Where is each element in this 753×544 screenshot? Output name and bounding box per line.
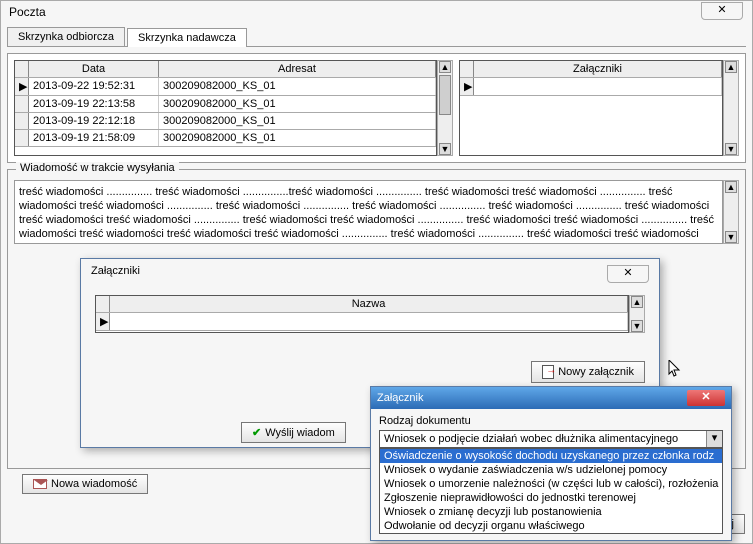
table-row[interactable]: 2013-09-19 21:58:09 300209082000_KS_01: [15, 130, 436, 147]
list-item[interactable]: Wniosek o wydanie zaświadczenia w/s udzi…: [380, 463, 722, 477]
mailbox-tabs: Skrzynka odbiorcza Skrzynka nadawcza: [7, 27, 746, 47]
attach-grid-scrollbar[interactable]: ▲▼: [629, 295, 645, 333]
message-body[interactable]: treść wiadomości ............... treść w…: [14, 180, 723, 244]
attachment-type-close[interactable]: ✕: [687, 390, 725, 406]
list-item[interactable]: Wniosek o zmianę decyzji lub postanowien…: [380, 505, 722, 519]
attachment-type-title: Załącznik: [377, 392, 423, 404]
chevron-down-icon[interactable]: ▾: [706, 431, 722, 447]
group-label: Wiadomość w trakcie wysyłania: [16, 162, 179, 174]
new-attachment-button[interactable]: Nowy załącznik: [531, 361, 645, 383]
window-close-button[interactable]: ✕: [701, 2, 743, 20]
list-item[interactable]: Oświadczenie o wysokość dochodu uzyskane…: [380, 449, 722, 463]
list-item[interactable]: Odwołanie od decyzji organu właściwego: [380, 519, 722, 533]
check-icon: ✔: [252, 426, 261, 439]
attachments-dialog-close[interactable]: ✕: [607, 265, 649, 283]
col-date[interactable]: Data: [29, 61, 159, 77]
body-scrollbar[interactable]: ▲▼: [723, 180, 739, 244]
col-recipient[interactable]: Adresat: [159, 61, 436, 77]
attachment-type-dialog: Załącznik ✕ Rodzaj dokumentu Wniosek o p…: [370, 386, 732, 541]
list-item[interactable]: Wniosek o umorzenie należności (w części…: [380, 477, 722, 491]
send-message-button[interactable]: ✔ Wyślij wiadom: [241, 422, 346, 443]
new-message-button[interactable]: Nowa wiadomość: [22, 474, 148, 494]
messages-panel: Data Adresat ▶ 2013-09-22 19:52:31 30020…: [7, 53, 746, 163]
col-attachments[interactable]: Załączniki: [474, 61, 722, 77]
table-row[interactable]: ▶ 2013-09-22 19:52:31 300209082000_KS_01: [15, 78, 436, 96]
messages-scrollbar[interactable]: ▲▼: [437, 60, 453, 156]
messages-grid[interactable]: Data Adresat ▶ 2013-09-22 19:52:31 30020…: [14, 60, 437, 156]
doc-type-label: Rodzaj dokumentu: [379, 415, 723, 427]
attachments-grid[interactable]: Załączniki ▶: [459, 60, 723, 156]
col-name[interactable]: Nazwa: [110, 296, 628, 312]
new-doc-icon: [542, 365, 554, 379]
doc-type-list[interactable]: Oświadczenie o wysokość dochodu uzyskane…: [379, 448, 723, 534]
table-row[interactable]: ▶: [460, 78, 722, 96]
mouse-cursor: [668, 360, 682, 378]
attachments-scrollbar[interactable]: ▲▼: [723, 60, 739, 156]
attachments-name-grid[interactable]: Nazwa ▶: [95, 295, 629, 333]
tab-outbox[interactable]: Skrzynka nadawcza: [127, 28, 247, 47]
table-row[interactable]: 2013-09-19 22:12:18 300209082000_KS_01: [15, 113, 436, 130]
table-row[interactable]: ▶: [96, 313, 628, 331]
mail-icon: [33, 479, 47, 489]
tab-inbox[interactable]: Skrzynka odbiorcza: [7, 27, 125, 46]
table-row[interactable]: 2013-09-19 22:13:58 300209082000_KS_01: [15, 96, 436, 113]
attachments-dialog-title: Załączniki: [91, 265, 140, 283]
doc-type-dropdown[interactable]: Wniosek o podjęcie działań wobec dłużnik…: [379, 430, 723, 448]
list-item[interactable]: Zgłoszenie nieprawidłowości do jednostki…: [380, 491, 722, 505]
window-title: Poczta: [1, 1, 752, 23]
